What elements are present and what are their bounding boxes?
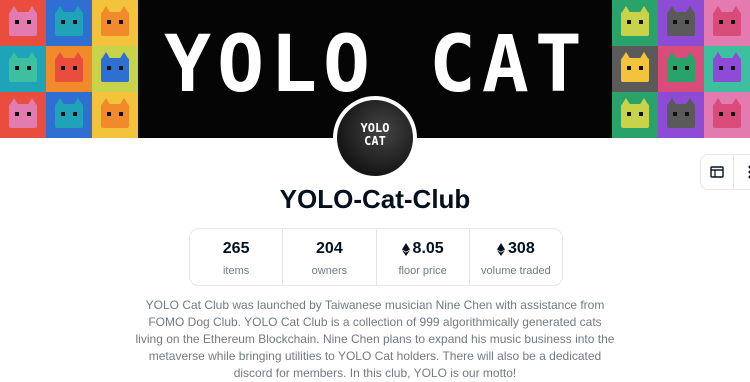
- cat-tile: [92, 0, 138, 46]
- cat-tile: [658, 0, 704, 46]
- cat-tile: [0, 0, 46, 46]
- cat-tile: [704, 92, 750, 138]
- cat-tile: [612, 92, 658, 138]
- collection-description: YOLO Cat Club was launched by Taiwanese …: [135, 297, 615, 382]
- avatar-logo-line2: CAT: [337, 135, 413, 148]
- stat-label: floor price: [377, 265, 469, 277]
- stat-label: owners: [283, 265, 375, 277]
- collection-avatar: YOLO CAT: [333, 96, 417, 180]
- eth-icon: [497, 243, 505, 256]
- stat-owners[interactable]: 204 owners: [283, 229, 376, 285]
- avatar-logo-text: YOLO CAT: [337, 122, 413, 148]
- collection-stats: 265 items 204 owners 8.05 floor price 308 volum…: [189, 228, 563, 286]
- cat-tile: [92, 92, 138, 138]
- stat-label: items: [190, 265, 282, 277]
- stat-value: 8.05: [377, 239, 469, 259]
- cat-tile: [704, 0, 750, 46]
- cat-tile: [46, 0, 92, 46]
- stat-value: 308: [470, 239, 562, 259]
- stat-items[interactable]: 265 items: [190, 229, 283, 285]
- stat-value-text: 308: [508, 240, 535, 258]
- stat-value-text: 265: [223, 240, 250, 258]
- cat-tile: [612, 0, 658, 46]
- website-icon: [710, 166, 724, 178]
- cat-tile: [46, 46, 92, 92]
- cat-tile: [658, 46, 704, 92]
- cat-tile: [0, 92, 46, 138]
- cat-tile: [46, 92, 92, 138]
- collection-name: YOLO-Cat-Club: [0, 184, 750, 215]
- stat-floor-price[interactable]: 8.05 floor price: [377, 229, 470, 285]
- cat-tile: [0, 46, 46, 92]
- cat-tile: [704, 46, 750, 92]
- stat-value: 265: [190, 239, 282, 259]
- eth-icon: [402, 243, 410, 256]
- stat-label: volume traded: [470, 265, 562, 277]
- avatar-image: YOLO CAT: [337, 100, 413, 176]
- cat-tile: [612, 46, 658, 92]
- stat-value: 204: [283, 239, 375, 259]
- stat-value-text: 204: [316, 240, 343, 258]
- stat-volume-traded[interactable]: 308 volume traded: [470, 229, 562, 285]
- cat-tile: [658, 92, 704, 138]
- cat-tile: [92, 46, 138, 92]
- stat-value-text: 8.05: [413, 240, 444, 258]
